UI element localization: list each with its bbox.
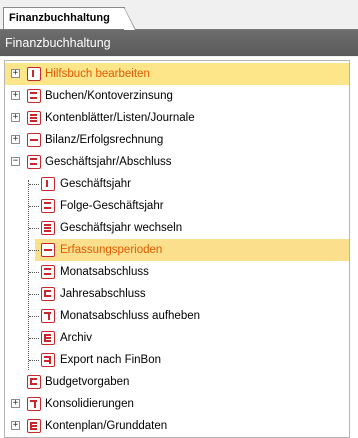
expand-icon[interactable]: + — [11, 113, 20, 122]
tree-item-label: Budgetvorgaben — [45, 376, 130, 388]
tree-item-label: Konsolidierungen — [45, 398, 134, 410]
tree-item-label: Export nach FinBon — [60, 354, 162, 366]
expand-icon[interactable]: + — [11, 135, 20, 144]
tree-item-label: Folge-Geschäftsjahr — [60, 200, 164, 212]
tree-item-label: Geschäftsjahr — [60, 178, 131, 190]
collapse-icon[interactable]: − — [11, 157, 20, 166]
tree-item-label: Geschäftsjahr wechseln — [60, 222, 183, 234]
expand-icon[interactable]: + — [11, 91, 20, 100]
book-icon — [27, 419, 41, 433]
book-icon — [41, 177, 55, 191]
tree-connector — [29, 294, 39, 295]
tree-item-label: Kontenplan/Grunddaten — [45, 420, 168, 432]
book-icon — [41, 287, 55, 301]
tab-finanzbuchhaltung[interactable]: Finanzbuchhaltung — [3, 7, 136, 30]
book-icon — [27, 111, 41, 125]
panel-title: Finanzbuchhaltung — [5, 36, 111, 50]
tree-item-label: Erfassungsperioden — [60, 244, 163, 256]
tree-connector — [29, 272, 39, 273]
tree-item-label: Geschäftsjahr/Abschluss — [45, 156, 172, 168]
book-icon — [27, 397, 41, 411]
tree-connector — [29, 206, 39, 207]
tab-label: Finanzbuchhaltung — [9, 12, 110, 24]
book-icon — [41, 309, 55, 323]
tree-item-erfassungsperioden[interactable]: Erfassungsperioden — [35, 239, 349, 261]
tree-connector — [29, 228, 39, 229]
tree-connector — [29, 316, 39, 317]
tree-item-label: Kontenblätter/Listen/Journale — [45, 112, 195, 124]
book-icon — [41, 265, 55, 279]
book-icon — [27, 89, 41, 103]
tree-item-label: Hilfsbuch bearbeiten — [45, 68, 150, 80]
tree-item-label: Monatsabschluss — [60, 266, 149, 278]
book-icon — [41, 199, 55, 213]
tree-item-label: Buchen/Kontoverzinsung — [45, 90, 173, 102]
tree-item-label: Monatsabschluss aufheben — [60, 310, 201, 322]
navigation-tree: + Hilfsbuch bearbeiten + Buchen/Kontover… — [4, 60, 350, 438]
book-icon — [41, 353, 55, 367]
tree-item-label: Jahresabschluss — [60, 288, 146, 300]
book-icon — [41, 221, 55, 235]
main-panel: Finanzbuchhaltung + Hilfsbuch bearbeiten… — [0, 29, 358, 438]
tree-connector — [29, 338, 39, 339]
panel-content: + Hilfsbuch bearbeiten + Buchen/Kontover… — [0, 57, 358, 438]
book-icon — [27, 67, 41, 81]
expand-icon[interactable]: + — [11, 421, 20, 430]
book-icon — [27, 133, 41, 147]
tree-connector — [28, 180, 29, 370]
tree-connector — [29, 184, 39, 185]
tree-connector — [29, 250, 39, 251]
tree-item-hilfsbuch[interactable]: + Hilfsbuch bearbeiten — [5, 63, 349, 85]
book-icon — [27, 375, 41, 389]
panel-header: Finanzbuchhaltung — [0, 30, 358, 56]
tab-strip: Finanzbuchhaltung — [0, 0, 358, 30]
book-icon — [41, 331, 55, 345]
expand-icon[interactable]: + — [11, 399, 20, 408]
book-icon — [41, 243, 55, 257]
tree-item-label: Bilanz/Erfolgsrechnung — [45, 134, 164, 146]
tree-item-label: Archiv — [60, 332, 92, 344]
tree-connector — [29, 360, 39, 361]
expand-icon[interactable]: + — [11, 69, 20, 78]
book-icon — [27, 155, 41, 169]
